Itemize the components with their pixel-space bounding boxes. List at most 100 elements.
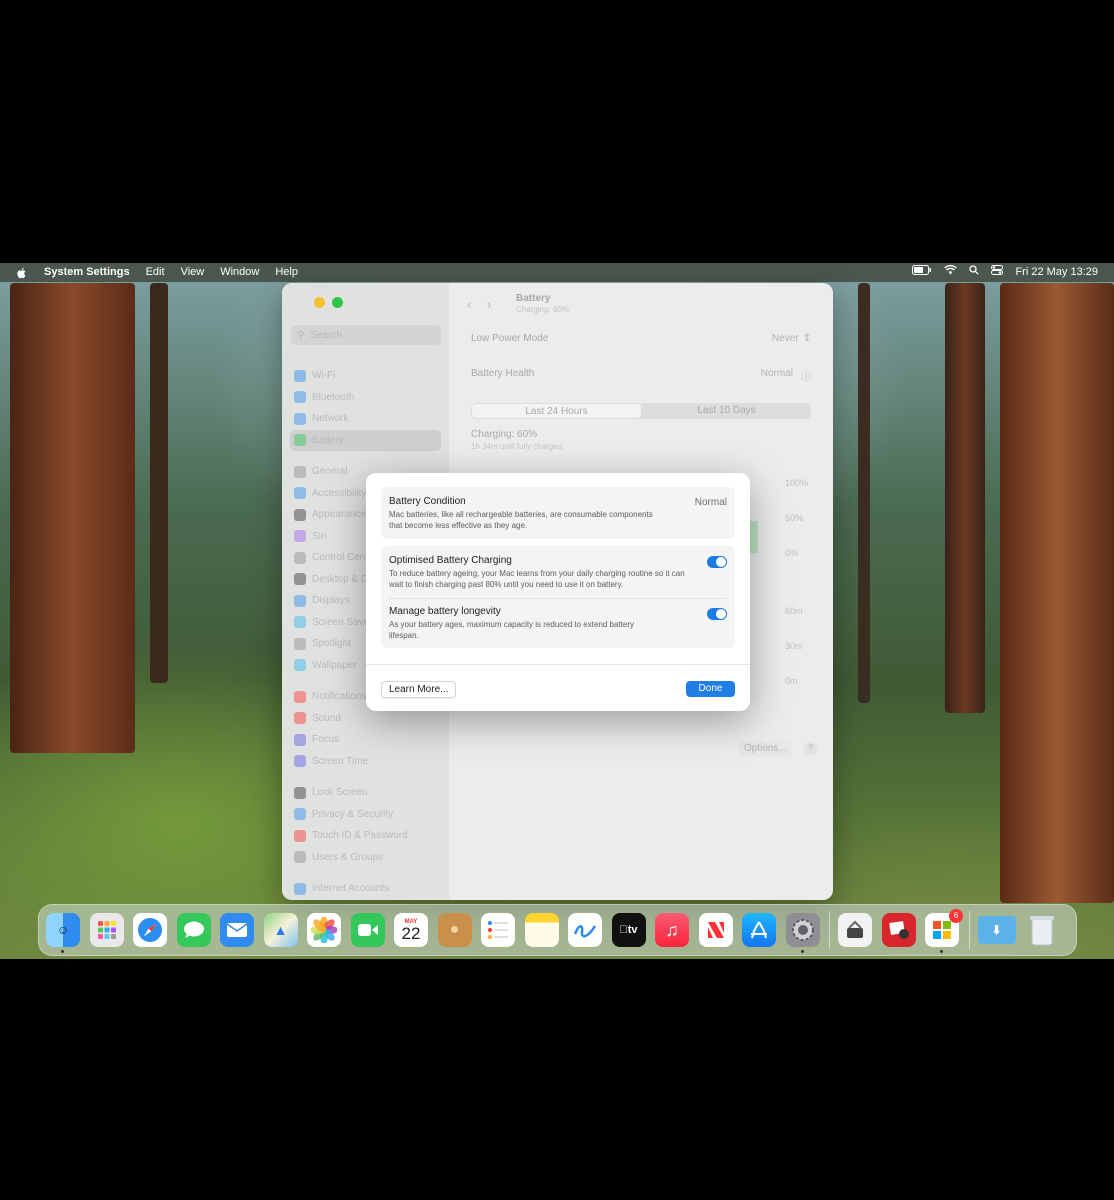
sidebar-item-label: Wallpaper	[312, 659, 357, 671]
sidebar-item-focus[interactable]: Focus	[290, 729, 441, 751]
sidebar-item-icon	[294, 391, 306, 404]
sidebar-search-field[interactable]: ⚲ Search	[291, 325, 441, 345]
sidebar-item-bluetooth[interactable]: Bluetooth	[290, 387, 441, 409]
sidebar-item-screen-time[interactable]: Screen Time	[290, 751, 441, 773]
optimised-charging-toggle[interactable]	[707, 556, 727, 568]
back-chevron-icon[interactable]: ‹	[467, 297, 471, 312]
reminders-icon[interactable]	[481, 913, 515, 947]
sidebar-item-icon	[294, 712, 306, 725]
music-icon[interactable]: ♫	[655, 913, 689, 947]
messages-icon[interactable]	[176, 913, 211, 947]
sidebar-item-icon	[294, 530, 306, 543]
sidebar-item-internet-accounts[interactable]: Internet Accounts	[290, 878, 441, 900]
finder-icon[interactable]: ☺	[46, 913, 80, 953]
sidebar-item-label: Touch ID & Password	[312, 830, 408, 842]
trash-icon[interactable]	[1025, 913, 1059, 947]
battery-longevity-toggle[interactable]	[707, 608, 727, 620]
battery-longevity-title: Manage battery longevity	[389, 606, 501, 617]
sidebar-item-icon	[294, 434, 306, 447]
optimised-charging-row: Optimised Battery Charging To reduce bat…	[389, 555, 727, 590]
sidebar-item-icon	[294, 616, 306, 629]
menu-bar: System Settings Edit View Window Help Fr…	[0, 263, 1114, 282]
sidebar-item-users-groups[interactable]: Users & Groups	[290, 847, 441, 869]
apple-tv-icon[interactable]: tv	[611, 913, 646, 947]
photos-icon[interactable]	[307, 913, 341, 947]
dock-separator-2	[968, 911, 970, 949]
optimised-charging-title: Optimised Battery Charging	[389, 555, 512, 566]
mail-icon[interactable]	[220, 913, 254, 947]
dock: ☺ ▲ MAY 22 ● tv ♫ 6 ⬇	[38, 904, 1077, 956]
calendar-icon[interactable]: MAY 22	[394, 913, 428, 947]
spotlight-search-icon[interactable]	[963, 263, 985, 282]
launchpad-icon[interactable]	[89, 913, 124, 947]
sidebar-item-icon	[294, 594, 306, 607]
sidebar-item-icon	[294, 508, 306, 521]
sidebar-item-label: Focus	[312, 734, 340, 746]
coconutbattery-icon[interactable]	[838, 913, 872, 947]
sidebar-item-label: Sound	[312, 712, 341, 724]
apple-logo-icon[interactable]	[16, 267, 28, 279]
sidebar-item-label: Bluetooth	[312, 391, 355, 403]
menu-window[interactable]: Window	[212, 263, 267, 282]
battery-health-label: Battery Health	[471, 368, 535, 379]
battery-status-icon[interactable]	[906, 263, 938, 282]
sidebar-item-label: Internet Accounts	[312, 883, 390, 895]
sidebar-item-label: Lock Screen	[312, 787, 368, 799]
axis-label-50: 50%	[785, 513, 804, 523]
tab-last-10-days[interactable]: Last 10 Days	[642, 403, 811, 419]
forward-chevron-icon[interactable]: ›	[487, 297, 491, 312]
control-centre-icon[interactable]	[985, 263, 1009, 282]
sidebar-item-icon	[294, 465, 306, 478]
safari-icon[interactable]	[133, 913, 167, 947]
sidebar-item-network[interactable]: Network	[290, 408, 441, 430]
sidebar-item-icon	[294, 882, 306, 895]
info-icon[interactable]: ⓘ	[801, 368, 811, 383]
row-separator	[389, 598, 727, 599]
sidebar-item-icon	[294, 755, 306, 768]
menu-view[interactable]: View	[173, 263, 213, 282]
sidebar-item-label: Wi-Fi	[312, 370, 336, 382]
minimize-window-button[interactable]	[314, 297, 325, 308]
sidebar-item-privacy-security[interactable]: Privacy & Security	[290, 804, 441, 826]
photo-booth-icon[interactable]	[881, 913, 916, 947]
tab-last-24-hours[interactable]: Last 24 Hours	[472, 404, 641, 418]
sidebar-item-touch-id-password[interactable]: Touch ID & Password	[290, 825, 441, 847]
battery-condition-desc: Mac batteries, like all rechargeable bat…	[389, 510, 653, 530]
clock-datetime[interactable]: Fri 22 May 13:29	[1009, 263, 1104, 282]
low-power-popup[interactable]: Never	[772, 333, 799, 344]
app-store-icon[interactable]	[742, 913, 776, 947]
facetime-icon[interactable]	[350, 913, 385, 947]
system-settings-icon[interactable]	[785, 913, 820, 953]
sidebar-item-label: Appearance	[312, 509, 366, 521]
battery-condition-title: Battery Condition	[389, 496, 466, 507]
microsoft-office-icon[interactable]: 6	[925, 909, 963, 953]
wifi-icon[interactable]	[938, 263, 963, 282]
battery-health-row: Battery Health Normal ⓘ	[471, 368, 811, 383]
sidebar-item-lock-screen[interactable]: Lock Screen	[290, 782, 441, 804]
axis-label-60m: 60m	[785, 606, 803, 616]
menu-edit[interactable]: Edit	[138, 263, 173, 282]
battery-health-dialog: Battery Condition Mac batteries, like al…	[366, 473, 750, 711]
close-window-button[interactable]	[296, 297, 307, 308]
updown-chevron-icon[interactable]: ⇕	[803, 333, 811, 344]
dialog-footer-divider	[366, 664, 750, 665]
notes-icon[interactable]	[524, 913, 559, 947]
help-button[interactable]: ?	[804, 742, 817, 755]
sidebar-item-icon	[294, 690, 306, 703]
contacts-icon[interactable]: ●	[437, 913, 472, 947]
done-button[interactable]: Done	[686, 681, 735, 697]
sidebar-item-wi-fi[interactable]: Wi-Fi	[290, 365, 441, 387]
options-button[interactable]: Options...	[739, 741, 792, 756]
learn-more-button[interactable]: Learn More...	[381, 681, 457, 698]
downloads-folder-icon[interactable]: ⬇	[977, 916, 1016, 944]
menu-help[interactable]: Help	[267, 263, 306, 282]
freeform-icon[interactable]	[568, 913, 602, 947]
menu-app-name[interactable]: System Settings	[36, 263, 138, 282]
maps-icon[interactable]: ▲	[263, 913, 298, 947]
range-segmented-control: Last 24 Hours Last 10 Days	[471, 403, 811, 419]
news-icon[interactable]	[698, 913, 733, 947]
sidebar-item-icon	[294, 412, 306, 425]
zoom-window-button[interactable]	[332, 297, 343, 308]
search-icon: ⚲	[297, 329, 305, 341]
sidebar-item-battery[interactable]: Battery	[290, 429, 441, 451]
